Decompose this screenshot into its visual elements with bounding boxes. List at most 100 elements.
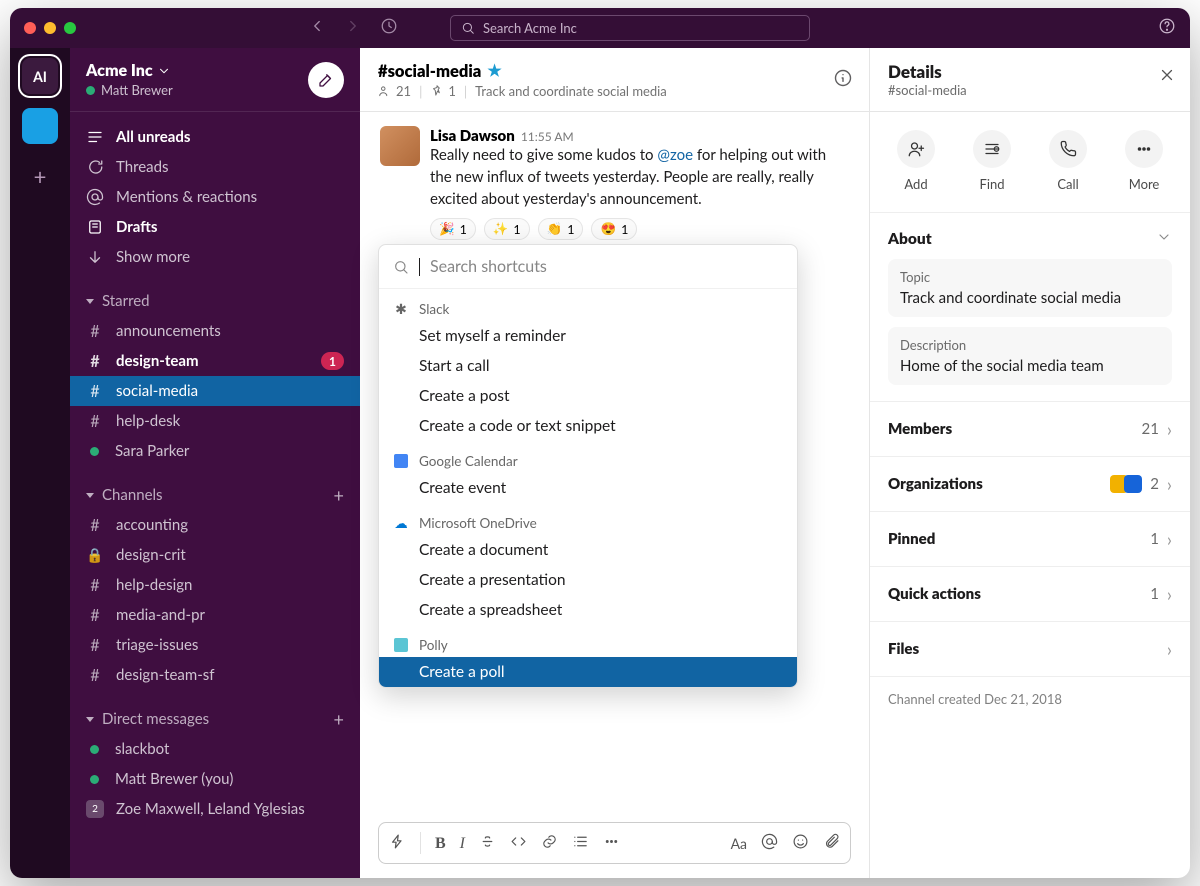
section-starred[interactable]: Starred <box>70 286 360 316</box>
threads-icon <box>86 158 104 176</box>
workspace-switch-other[interactable] <box>22 108 58 144</box>
chevron-right-icon: › <box>1167 418 1172 440</box>
sidebar-item-sara-parker[interactable]: Sara Parker <box>70 436 360 466</box>
details-row-files[interactable]: Files› <box>870 622 1190 677</box>
shortcut-set-myself-a-reminder[interactable]: Set myself a reminder <box>379 321 797 351</box>
hash-icon: # <box>86 576 104 595</box>
at-icon <box>86 188 104 206</box>
attach-icon[interactable] <box>823 833 840 854</box>
onedrive-icon: ☁ <box>393 515 409 531</box>
details-action-add[interactable]: Add <box>897 130 935 192</box>
message-author[interactable]: Lisa Dawson <box>430 127 515 145</box>
bold-icon[interactable]: B <box>435 833 446 853</box>
sidebar-item-slackbot[interactable]: slackbot <box>70 734 360 764</box>
more-format-icon[interactable] <box>603 833 620 854</box>
reaction[interactable]: 👏1 <box>538 218 584 240</box>
hash-icon: # <box>86 352 104 371</box>
about-label[interactable]: About <box>888 230 932 248</box>
global-search[interactable]: Search Acme Inc <box>450 15 810 41</box>
sidebar-item-help-design[interactable]: #help-design <box>70 570 360 600</box>
avatar[interactable] <box>380 126 420 166</box>
reaction[interactable]: 😍1 <box>591 218 637 240</box>
sidebar-header[interactable]: Acme Inc Matt Brewer <box>70 48 360 112</box>
sidebar-nav-mentions-reactions[interactable]: Mentions & reactions <box>70 182 360 212</box>
channel-info-icon[interactable] <box>833 68 853 92</box>
reaction[interactable]: ✨1 <box>484 218 530 240</box>
mention[interactable]: @zoe <box>657 146 693 164</box>
shortcut-create-event[interactable]: Create event <box>379 473 797 503</box>
details-row-pinned[interactable]: Pinned1› <box>870 512 1190 567</box>
polly-icon <box>393 637 409 653</box>
details-row-organizations[interactable]: Organizations2› <box>870 457 1190 512</box>
shortcut-start-a-call[interactable]: Start a call <box>379 351 797 381</box>
hash-icon: # <box>86 412 104 431</box>
list-icon[interactable] <box>572 833 589 854</box>
link-icon[interactable] <box>541 833 558 854</box>
code-icon[interactable] <box>510 833 527 854</box>
message: Lisa Dawson11:55 AM Really need to give … <box>380 126 849 240</box>
sidebar-nav-threads[interactable]: Threads <box>70 152 360 182</box>
sidebar-item-media-and-pr[interactable]: #media-and-pr <box>70 600 360 630</box>
shortcuts-icon[interactable] <box>389 833 406 854</box>
sidebar-item-announcements[interactable]: #announcements <box>70 316 360 346</box>
members-icon[interactable]: 21 <box>378 83 411 99</box>
chevron-right-icon: › <box>1167 473 1172 495</box>
compose-button[interactable] <box>308 62 344 98</box>
message-composer[interactable]: B I Aa <box>378 822 851 864</box>
details-row-quick-actions[interactable]: Quick actions1› <box>870 567 1190 622</box>
channel-name[interactable]: #social-media <box>378 61 481 81</box>
sidebar-item-accounting[interactable]: #accounting <box>70 510 360 540</box>
sidebar-item-design-team-sf[interactable]: #design-team-sf <box>70 660 360 690</box>
window-controls[interactable] <box>24 22 76 34</box>
section-dms[interactable]: Direct messages+ <box>70 704 360 734</box>
sidebar-item-design-crit[interactable]: 🔒design-crit <box>70 540 360 570</box>
shortcut-create-a-presentation[interactable]: Create a presentation <box>379 565 797 595</box>
global-search-placeholder: Search Acme Inc <box>483 20 577 36</box>
details-action-more[interactable]: More <box>1125 130 1163 192</box>
star-icon[interactable]: ★ <box>487 61 501 80</box>
sidebar-nav-drafts[interactable]: Drafts <box>70 212 360 242</box>
sidebar-nav-all-unreads[interactable]: All unreads <box>70 122 360 152</box>
close-icon[interactable] <box>1158 66 1176 88</box>
hash-icon: # <box>86 322 104 341</box>
shortcut-create-a-document[interactable]: Create a document <box>379 535 797 565</box>
sidebar-item-design-team[interactable]: #design-team1 <box>70 346 360 376</box>
sidebar-item-matt-brewer-you-[interactable]: Matt Brewer (you) <box>70 764 360 794</box>
format-toggle-icon[interactable]: Aa <box>731 835 747 852</box>
sidebar-item-zoe-maxwell-leland-yglesias[interactable]: 2Zoe Maxwell, Leland Yglesias <box>70 794 360 824</box>
details-action-find[interactable]: Find <box>973 130 1011 192</box>
current-user: Matt Brewer <box>101 82 173 98</box>
sidebar-item-help-desk[interactable]: #help-desk <box>70 406 360 436</box>
hash-icon: # <box>86 666 104 685</box>
shortcut-create-a-poll[interactable]: Create a poll <box>379 657 797 687</box>
shortcut-create-a-post[interactable]: Create a post <box>379 381 797 411</box>
shortcut-create-a-spreadsheet[interactable]: Create a spreadsheet <box>379 595 797 625</box>
description-card[interactable]: Description Home of the social media tea… <box>888 327 1172 385</box>
channel-topic[interactable]: Track and coordinate social media <box>475 83 667 99</box>
mention-icon[interactable] <box>761 833 778 854</box>
add-dm-icon[interactable]: + <box>334 708 344 730</box>
details-action-call[interactable]: Call <box>1049 130 1087 192</box>
add-channel-icon[interactable]: + <box>334 484 344 506</box>
sidebar-item-social-media[interactable]: #social-media <box>70 376 360 406</box>
org-badges <box>1110 475 1142 493</box>
pinned-icon[interactable]: 1 <box>430 83 456 99</box>
reaction[interactable]: 🎉1 <box>430 218 476 240</box>
topic-card[interactable]: Topic Track and coordinate social media <box>888 259 1172 317</box>
shortcuts-search[interactable]: Search shortcuts <box>379 245 797 289</box>
nav-back-icon[interactable] <box>308 17 326 39</box>
details-row-members[interactable]: Members21› <box>870 402 1190 457</box>
sidebar-item-triage-issues[interactable]: #triage-issues <box>70 630 360 660</box>
add-workspace-icon[interactable]: + <box>22 158 58 194</box>
italic-icon[interactable]: I <box>460 833 465 853</box>
channel-pane: #social-media★ 21 | 1 | Track and coordi… <box>360 48 870 878</box>
section-channels[interactable]: Channels+ <box>70 480 360 510</box>
history-icon[interactable] <box>380 17 398 39</box>
strike-icon[interactable] <box>479 833 496 854</box>
emoji-icon[interactable] <box>792 833 809 854</box>
help-icon[interactable] <box>1158 17 1176 39</box>
sidebar-nav-show-more[interactable]: Show more <box>70 242 360 272</box>
shortcut-create-a-code-or-text-snippet[interactable]: Create a code or text snippet <box>379 411 797 441</box>
nav-forward-icon[interactable] <box>344 17 362 39</box>
workspace-switch-acme[interactable]: AI <box>22 58 58 94</box>
